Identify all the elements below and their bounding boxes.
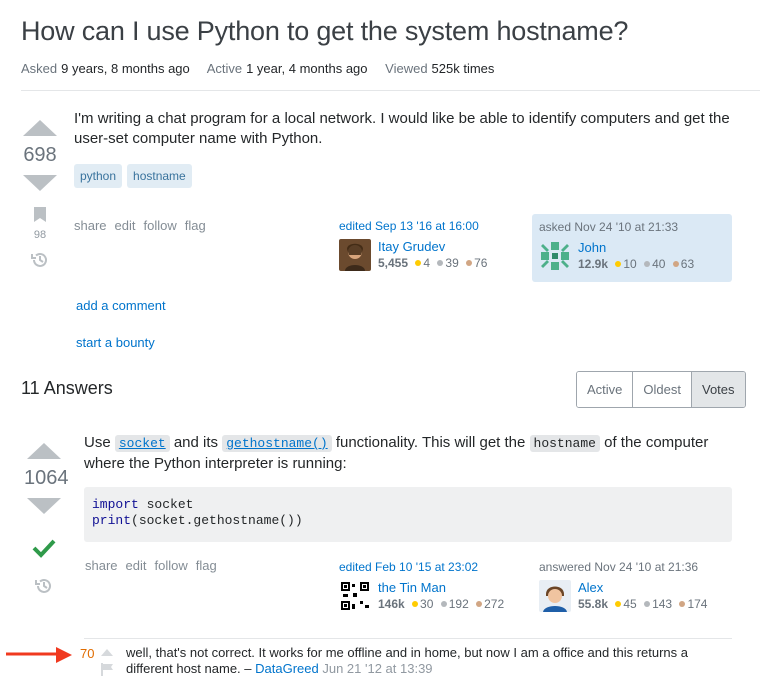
- silver-badge-icon: [644, 601, 651, 608]
- downvote-button[interactable]: [23, 175, 57, 191]
- accepted-answer-indicator: [24, 536, 64, 563]
- viewed-value: 525k times: [431, 61, 495, 76]
- follow-link[interactable]: follow: [155, 558, 188, 573]
- user-reputation: 55.8k 45 143 174: [578, 597, 708, 611]
- question-title[interactable]: How can I use Python to get the system h…: [21, 16, 628, 47]
- user-name[interactable]: John: [578, 240, 606, 255]
- tab-oldest[interactable]: Oldest: [632, 372, 691, 407]
- question-body: I'm writing a chat program for a local n…: [74, 110, 730, 147]
- comment-date[interactable]: Jun 21 '12 at 13:39: [322, 661, 432, 676]
- question-editor-signature: edited Sep 13 '16 at 16:00 Itay Grudev 5…: [339, 219, 487, 272]
- history-icon: [35, 578, 51, 593]
- tag-hostname[interactable]: hostname: [127, 164, 192, 188]
- gold-badge-icon: [615, 261, 622, 268]
- bronze-badge-icon: [679, 601, 686, 608]
- flag-link[interactable]: flag: [196, 558, 217, 573]
- user-name[interactable]: Itay Grudev: [378, 239, 445, 254]
- flag-icon[interactable]: [101, 663, 114, 676]
- upvote-button[interactable]: [27, 443, 61, 459]
- answers-count-heading: 11 Answers: [21, 378, 113, 398]
- question-meta: Asked 9 years, 8 months ago Active 1 year,…: [21, 61, 508, 76]
- socket-link[interactable]: socket: [114, 434, 170, 452]
- divider: [21, 90, 760, 91]
- share-link[interactable]: share: [85, 558, 118, 573]
- edited-link[interactable]: edited Feb 10 '15 at 23:02: [339, 560, 504, 574]
- answer-vote-cell: 1064: [24, 443, 69, 598]
- question-post-menu: share edit follow flag: [74, 218, 206, 233]
- comment-divider: [84, 638, 732, 639]
- edit-link[interactable]: edit: [115, 218, 136, 233]
- avatar[interactable]: [539, 580, 571, 612]
- asked-value: 9 years, 8 months ago: [61, 61, 190, 76]
- question-tags: python hostname: [74, 164, 192, 188]
- tab-votes[interactable]: Votes: [690, 372, 745, 407]
- avatar[interactable]: [339, 580, 371, 612]
- user-name[interactable]: the Tin Man: [378, 580, 446, 595]
- upvote-button[interactable]: [23, 120, 57, 136]
- asked-label: Asked: [21, 61, 58, 76]
- history-icon: [31, 252, 47, 267]
- comment-user-link[interactable]: DataGreed: [255, 661, 319, 676]
- bookmark-button[interactable]: [20, 207, 60, 225]
- bookmark-icon: [34, 207, 46, 222]
- gold-badge-icon: [615, 601, 622, 608]
- answer-body: Use socket and its gethostname() functio…: [84, 434, 709, 472]
- silver-badge-icon: [644, 261, 651, 268]
- user-reputation: 5,455 4 39 76: [378, 256, 488, 270]
- active-value[interactable]: 1 year, 4 months ago: [246, 61, 367, 76]
- comment-upvote-button[interactable]: [101, 649, 113, 656]
- bookmark-count: 98: [33, 229, 47, 241]
- tab-active[interactable]: Active: [577, 372, 633, 407]
- follow-link[interactable]: follow: [144, 218, 177, 233]
- question-vote-cell: 698 98: [20, 120, 60, 272]
- history-button[interactable]: [20, 251, 60, 272]
- answer-editor-signature: edited Feb 10 '15 at 23:02 the Tin Man 1…: [339, 560, 504, 613]
- user-name[interactable]: Alex: [578, 580, 603, 595]
- gethostname-link[interactable]: gethostname(): [222, 434, 332, 452]
- gold-badge-icon: [412, 601, 419, 608]
- question-owner-signature: asked Nov 24 '10 at 21:33 John 12.9k 10 …: [532, 214, 732, 282]
- flag-link[interactable]: flag: [185, 218, 206, 233]
- bronze-badge-icon: [466, 260, 473, 267]
- answered-timestamp[interactable]: answered Nov 24 '10 at 21:36: [539, 560, 707, 574]
- asked-timestamp[interactable]: asked Nov 24 '10 at 21:33: [539, 220, 725, 234]
- user-reputation: 12.9k 10 40 63: [578, 257, 695, 271]
- start-bounty-link[interactable]: start a bounty: [76, 335, 155, 350]
- avatar[interactable]: [339, 239, 371, 271]
- question-score: 698: [23, 144, 57, 166]
- bronze-badge-icon: [672, 261, 679, 268]
- edited-link[interactable]: edited Sep 13 '16 at 16:00: [339, 219, 487, 233]
- checkmark-icon: [32, 539, 56, 558]
- bronze-badge-icon: [476, 601, 483, 608]
- viewed-label: Viewed: [385, 61, 428, 76]
- comment-body: well, that's not correct. It works for m…: [126, 645, 688, 676]
- history-button[interactable]: [24, 577, 64, 598]
- red-arrow-icon: [6, 647, 72, 663]
- avatar[interactable]: [539, 240, 571, 272]
- comment-score: 70: [80, 646, 95, 661]
- gold-badge-icon: [415, 260, 422, 267]
- inline-code: hostname: [529, 435, 600, 452]
- user-reputation: 146k 30 192 272: [378, 597, 505, 611]
- answer-post-menu: share edit follow flag: [85, 558, 217, 573]
- silver-badge-icon: [440, 601, 447, 608]
- downvote-button[interactable]: [27, 498, 61, 514]
- share-link[interactable]: share: [74, 218, 107, 233]
- answer-sort-tabs: Active Oldest Votes: [576, 371, 746, 408]
- edit-link[interactable]: edit: [126, 558, 147, 573]
- silver-badge-icon: [437, 260, 444, 267]
- code-block: import socket print(socket.gethostname()…: [84, 487, 732, 542]
- answer-score: 1064: [24, 467, 69, 489]
- answer-owner-signature: answered Nov 24 '10 at 21:36 Alex 55.8k …: [539, 560, 707, 613]
- add-comment-link[interactable]: add a comment: [76, 298, 166, 313]
- tag-python[interactable]: python: [74, 164, 123, 188]
- active-label: Active: [206, 61, 243, 76]
